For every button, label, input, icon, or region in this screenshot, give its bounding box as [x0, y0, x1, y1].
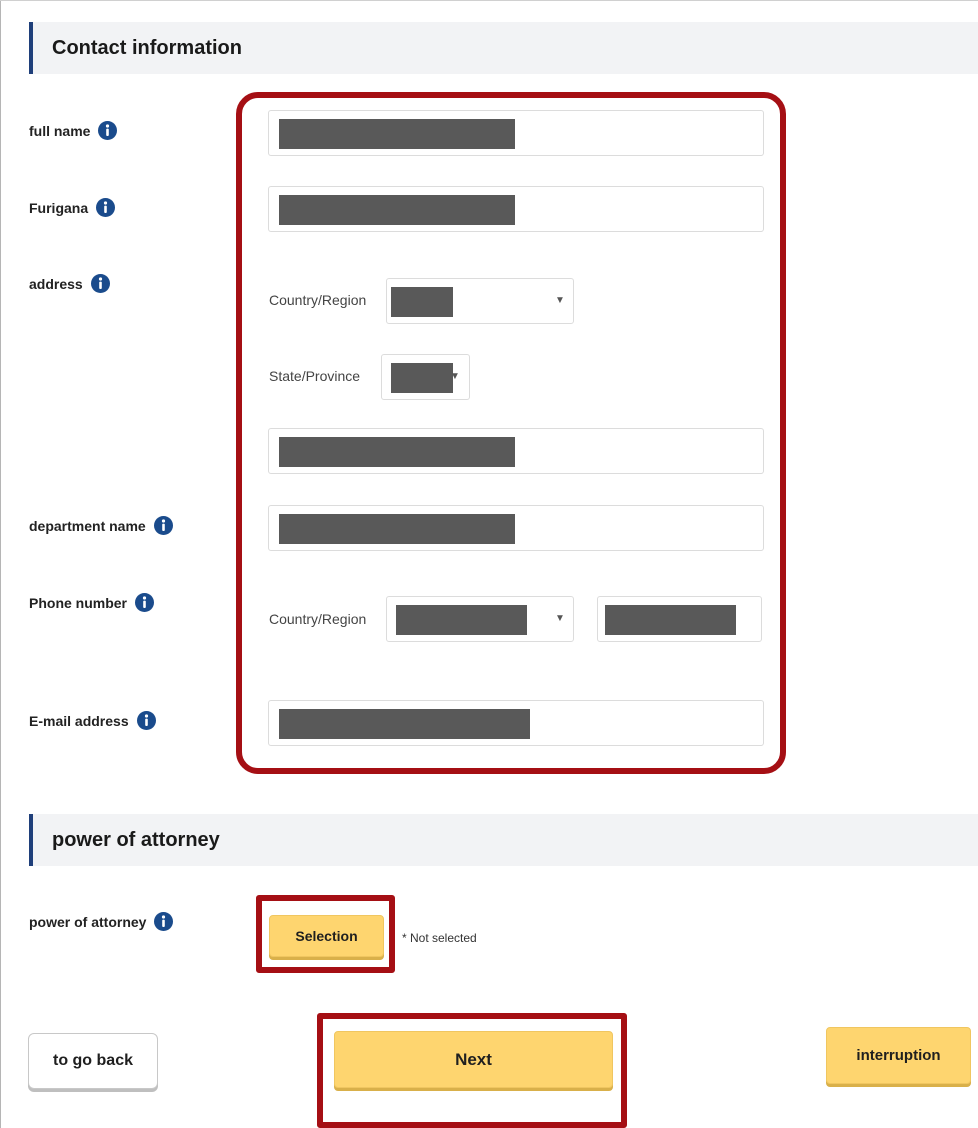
caret-down-icon: ▼	[450, 371, 460, 382]
label-text: department name	[29, 517, 146, 534]
phone-country-region-label: Country/Region	[269, 611, 367, 627]
contact-information-header: Contact information	[29, 22, 978, 74]
button-label: to go back	[52, 1052, 133, 1069]
state-province-select[interactable]: ▼	[381, 354, 470, 400]
selection-status-text: * Not selected	[402, 931, 477, 945]
phone-number-input[interactable]	[597, 596, 762, 642]
redacted-value	[391, 287, 453, 317]
next-button[interactable]: Next	[334, 1031, 613, 1088]
email-address-input[interactable]	[268, 700, 764, 746]
phone-number-label: Phone number	[29, 593, 155, 612]
address-country-region-label: Country/Region	[269, 292, 367, 308]
info-icon[interactable]	[136, 711, 156, 730]
address-country-region-select[interactable]: ▼	[386, 278, 574, 324]
address-label: address	[29, 274, 110, 293]
info-icon[interactable]	[90, 274, 110, 293]
redacted-value	[279, 514, 515, 544]
selection-button[interactable]: Selection	[269, 915, 384, 957]
back-button[interactable]: to go back	[28, 1033, 158, 1089]
redacted-value	[396, 605, 527, 635]
full-name-input[interactable]	[268, 110, 764, 156]
caret-down-icon: ▼	[555, 613, 565, 624]
info-icon[interactable]	[96, 198, 116, 217]
redacted-value	[391, 363, 453, 393]
section-title: Contact information	[52, 36, 242, 59]
power-of-attorney-label: power of attorney	[29, 912, 174, 931]
label-text: address	[29, 275, 83, 292]
page-frame-top	[0, 0, 978, 1]
furigana-label: Furigana	[29, 198, 116, 217]
info-icon[interactable]	[154, 912, 174, 931]
button-label: interruption	[856, 1047, 941, 1064]
redacted-value	[279, 437, 515, 467]
button-label: Selection	[295, 928, 358, 944]
button-label: Next	[455, 1049, 492, 1069]
info-icon[interactable]	[135, 593, 155, 612]
power-of-attorney-header: power of attorney	[29, 814, 978, 866]
interruption-button[interactable]: interruption	[826, 1027, 971, 1084]
label-text: Furigana	[29, 199, 89, 216]
page-frame-left	[0, 0, 1, 1128]
label-text: E-mail address	[29, 712, 129, 729]
phone-country-region-select[interactable]: ▼	[386, 596, 574, 642]
redacted-value	[605, 605, 736, 635]
furigana-input[interactable]	[268, 186, 764, 232]
full-name-label: full name	[29, 121, 118, 140]
section-title: power of attorney	[52, 828, 220, 851]
state-province-label: State/Province	[269, 368, 361, 384]
department-name-input[interactable]	[268, 505, 764, 551]
department-name-label: department name	[29, 516, 173, 535]
redacted-value	[279, 119, 515, 149]
redacted-value	[279, 195, 515, 225]
caret-down-icon: ▼	[555, 295, 565, 306]
street-address-input[interactable]	[268, 428, 764, 474]
label-text: full name	[29, 122, 91, 139]
redacted-value	[279, 709, 530, 739]
info-icon[interactable]	[98, 121, 118, 140]
label-text: power of attorney	[29, 913, 147, 930]
info-icon[interactable]	[153, 516, 173, 535]
label-text: Phone number	[29, 594, 128, 611]
email-address-label: E-mail address	[29, 711, 156, 730]
